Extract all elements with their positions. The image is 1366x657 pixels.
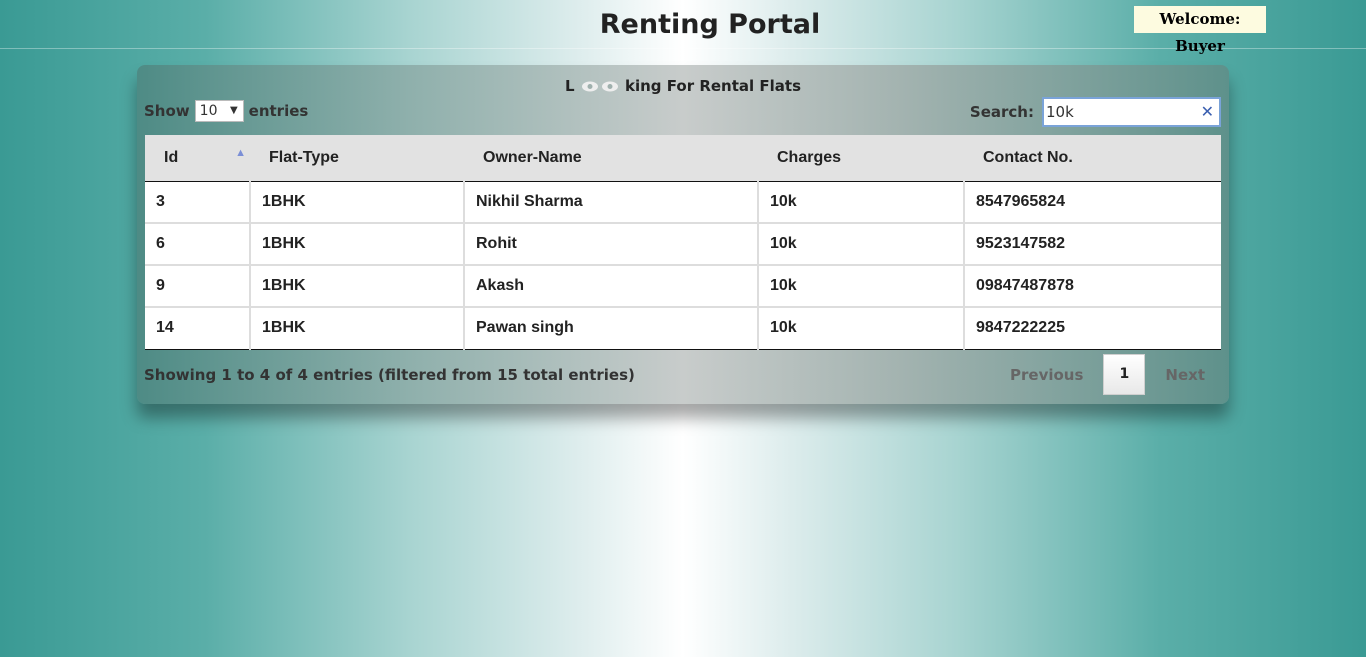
listing-panel: L king For Rental Flats Show 10 ▼ entrie… [137, 65, 1229, 404]
table-row: 14 1BHK Pawan singh 10k 9847222225 [145, 307, 1221, 350]
cell-owner-name: Pawan singh [464, 307, 759, 350]
eye-icon [581, 81, 598, 92]
cell-owner-name: Nikhil Sharma [464, 181, 759, 224]
search-control: Search: 10k ✕ [970, 97, 1221, 127]
cell-charges: 10k [758, 181, 965, 224]
column-header-label: Charges [777, 148, 842, 166]
column-header-owner-name[interactable]: Owner-Name [464, 135, 758, 182]
table-row: 6 1BHK Rohit 10k 9523147582 [145, 223, 1221, 266]
cell-owner-name: Akash [464, 265, 759, 308]
clear-icon[interactable]: ✕ [1201, 99, 1214, 125]
next-button[interactable]: Next [1149, 366, 1221, 384]
panel-heading: L king For Rental Flats [137, 77, 1229, 95]
column-header-contact[interactable]: Contact No. [964, 135, 1221, 182]
pagination: Previous 1 Next [994, 354, 1221, 395]
entries-select[interactable]: 10 ▼ [194, 100, 244, 122]
table-info: Showing 1 to 4 of 4 entries (filtered fr… [144, 366, 635, 384]
column-header-label: Contact No. [983, 148, 1073, 166]
caret-down-icon: ▼ [229, 105, 238, 116]
eye-icon [601, 81, 618, 92]
cell-contact: 09847487878 [964, 265, 1221, 308]
header: Renting Portal Welcome: Buyer [0, 0, 1366, 55]
heading-prefix: L [564, 77, 575, 95]
sort-ascending-icon: ▲ [235, 147, 246, 159]
column-header-id[interactable]: Id ▲ [145, 135, 250, 182]
cell-charges: 10k [758, 265, 965, 308]
page-1-button[interactable]: 1 [1103, 354, 1146, 395]
search-input[interactable]: 10k ✕ [1042, 97, 1221, 127]
entries-label: entries [248, 102, 309, 120]
welcome-badge: Welcome: Buyer [1134, 6, 1266, 55]
cell-id: 9 [145, 265, 251, 308]
cell-flat-type: 1BHK [250, 181, 465, 224]
cell-flat-type: 1BHK [250, 223, 465, 266]
show-label: Show [144, 102, 190, 120]
cell-flat-type: 1BHK [250, 265, 465, 308]
heading-suffix: king For Rental Flats [625, 77, 802, 95]
cell-contact: 8547965824 [964, 181, 1221, 224]
cell-id: 6 [145, 223, 251, 266]
cell-flat-type: 1BHK [250, 307, 465, 350]
column-header-label: Id [164, 148, 179, 166]
cell-id: 3 [145, 181, 251, 224]
search-label: Search: [969, 103, 1034, 121]
entries-length-control: Show 10 ▼ entries [144, 100, 308, 122]
column-header-label: Flat-Type [269, 148, 339, 166]
flats-table: Id ▲ Flat-Type Owner-Name Charges Contact… [145, 135, 1221, 350]
column-header-flat-type[interactable]: Flat-Type [250, 135, 464, 182]
cell-charges: 10k [758, 223, 965, 266]
table-row: 9 1BHK Akash 10k 09847487878 [145, 265, 1221, 308]
cell-id: 14 [145, 307, 251, 350]
column-header-label: Owner-Name [483, 148, 582, 166]
cell-charges: 10k [758, 307, 965, 350]
cell-contact: 9847222225 [964, 307, 1221, 350]
cell-owner-name: Rohit [464, 223, 759, 266]
table-header-row: Id ▲ Flat-Type Owner-Name Charges Contact… [145, 135, 1221, 182]
table-row: 3 1BHK Nikhil Sharma 10k 8547965824 [145, 181, 1221, 224]
cell-contact: 9523147582 [964, 223, 1221, 266]
previous-button[interactable]: Previous [994, 366, 1099, 384]
search-input-value: 10k [1046, 103, 1074, 121]
column-header-charges[interactable]: Charges [758, 135, 964, 182]
entries-select-value: 10 [199, 103, 218, 119]
